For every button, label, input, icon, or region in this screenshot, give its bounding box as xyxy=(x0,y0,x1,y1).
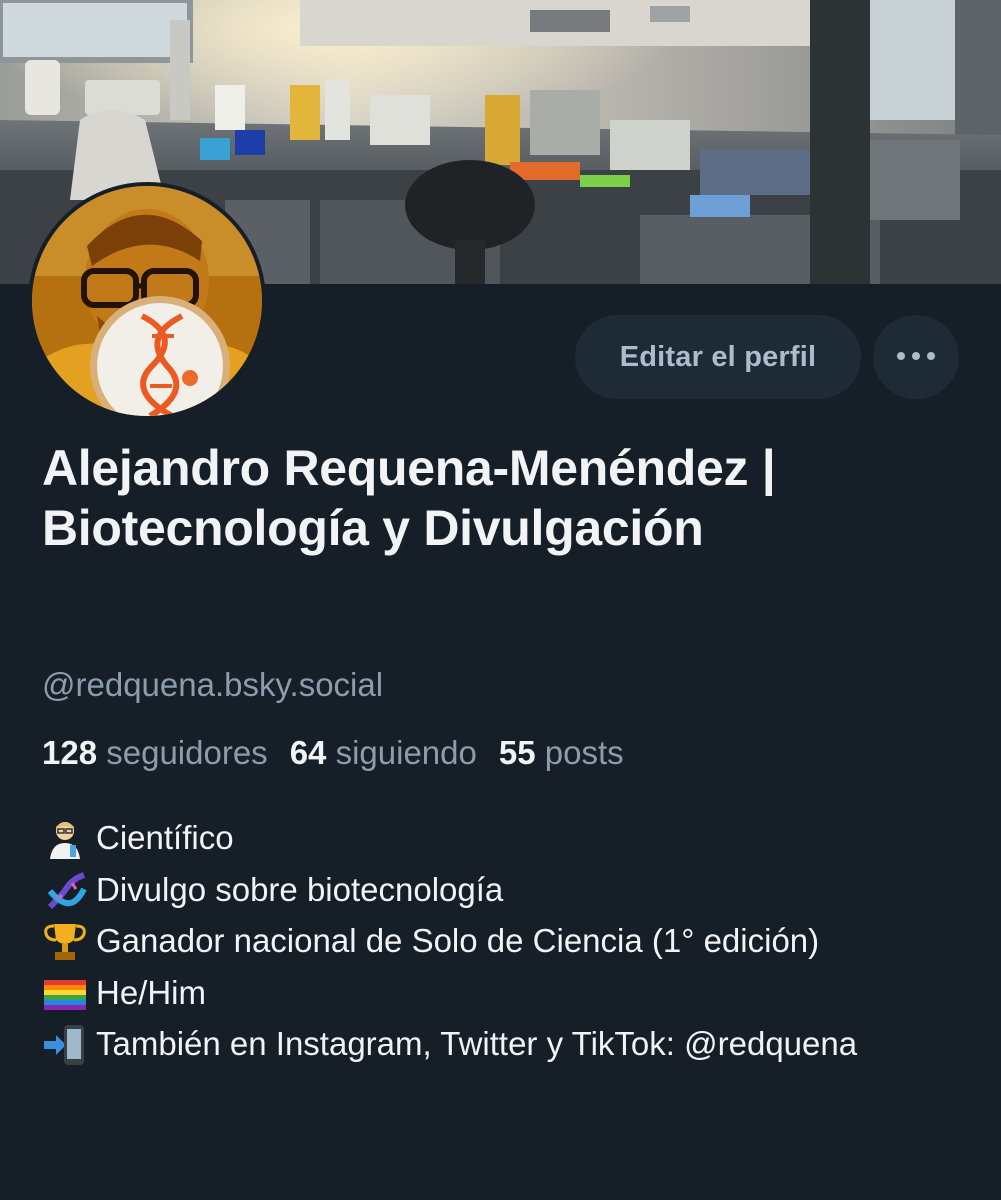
following-count: 64 xyxy=(289,734,327,771)
trophy-emoji-icon xyxy=(42,922,92,960)
edit-profile-button[interactable]: Editar el perfil xyxy=(575,315,861,399)
bio-line-text: Científico xyxy=(96,819,234,856)
scientist-emoji-icon xyxy=(42,819,92,859)
posts-label: posts xyxy=(544,734,624,771)
ellipsis-icon xyxy=(896,348,936,366)
bio-line-text: Divulgo sobre biotecnología xyxy=(96,870,504,908)
followers-link[interactable]: 128 seguidores xyxy=(42,734,268,771)
bio-line-text: Ganador nacional de Solo de Ciencia (1° … xyxy=(96,922,820,959)
profile-bio: Científico Divulgo sobre biotecnología G… xyxy=(42,812,942,1070)
bio-line: Divulgo sobre biotecnología xyxy=(42,864,942,916)
followers-count: 128 xyxy=(42,734,98,771)
following-label: siguiendo xyxy=(335,734,477,771)
edit-profile-button-label: Editar el perfil xyxy=(619,340,817,373)
profile-avatar[interactable] xyxy=(28,182,266,420)
posts-stat: 55 posts xyxy=(499,734,624,771)
dna-emoji-icon xyxy=(42,871,92,909)
bio-line: Ganador nacional de Solo de Ciencia (1° … xyxy=(42,915,942,967)
profile-page: Editar el perfil Alejandro Requena-Menén… xyxy=(0,0,1001,1200)
bio-line: También en Instagram, Twitter y TikTok: … xyxy=(42,1018,942,1070)
followers-label: seguidores xyxy=(106,734,268,771)
bio-line-text: También en Instagram, Twitter y TikTok: … xyxy=(96,1025,858,1062)
profile-handle: @redquena.bsky.social xyxy=(42,666,384,703)
more-options-button[interactable] xyxy=(873,315,959,399)
bio-line: Científico xyxy=(42,812,942,864)
profile-stats: 128 seguidores 64 siguiendo 55 posts xyxy=(42,734,624,772)
profile-display-name: Alejandro Requena-Menéndez | Biotecnolog… xyxy=(42,440,776,556)
bio-line: He/Him xyxy=(42,967,942,1019)
rainbow-flag-emoji-icon xyxy=(42,974,92,1010)
following-link[interactable]: 64 siguiendo xyxy=(290,734,477,771)
bio-line-text: He/Him xyxy=(96,973,207,1011)
mobile-arrow-emoji-icon xyxy=(42,1025,92,1065)
posts-count: 55 xyxy=(498,734,536,771)
